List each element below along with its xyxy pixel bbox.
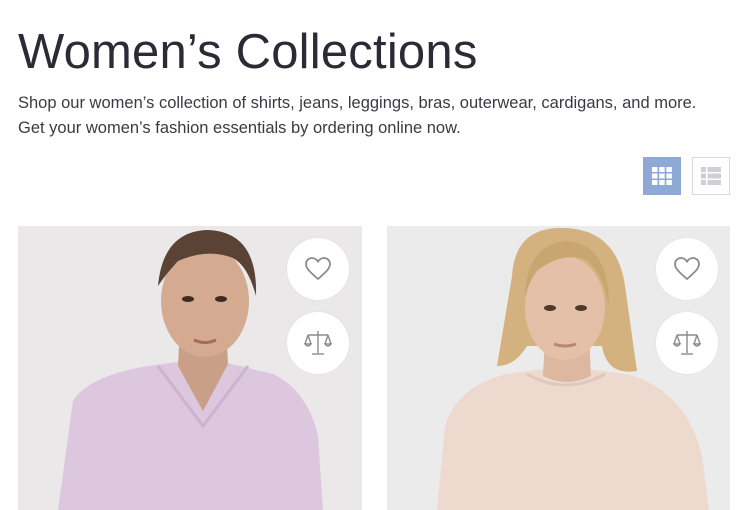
- scale-icon: [304, 331, 332, 355]
- scale-icon: [673, 331, 701, 355]
- heart-icon: [305, 257, 331, 281]
- wishlist-button[interactable]: [287, 238, 349, 300]
- list-view-icon: [701, 167, 721, 185]
- compare-button[interactable]: [287, 312, 349, 374]
- wishlist-button[interactable]: [656, 238, 718, 300]
- product-card[interactable]: [387, 226, 730, 510]
- grid-view-icon: [652, 167, 672, 185]
- grid-view-button[interactable]: [643, 157, 681, 195]
- heart-icon: [674, 257, 700, 281]
- product-card[interactable]: [18, 226, 362, 510]
- page-title: Women’s Collections: [18, 25, 478, 79]
- list-view-button[interactable]: [692, 157, 730, 195]
- compare-button[interactable]: [656, 312, 718, 374]
- page-description: Shop our women’s collection of shirts, j…: [18, 94, 697, 137]
